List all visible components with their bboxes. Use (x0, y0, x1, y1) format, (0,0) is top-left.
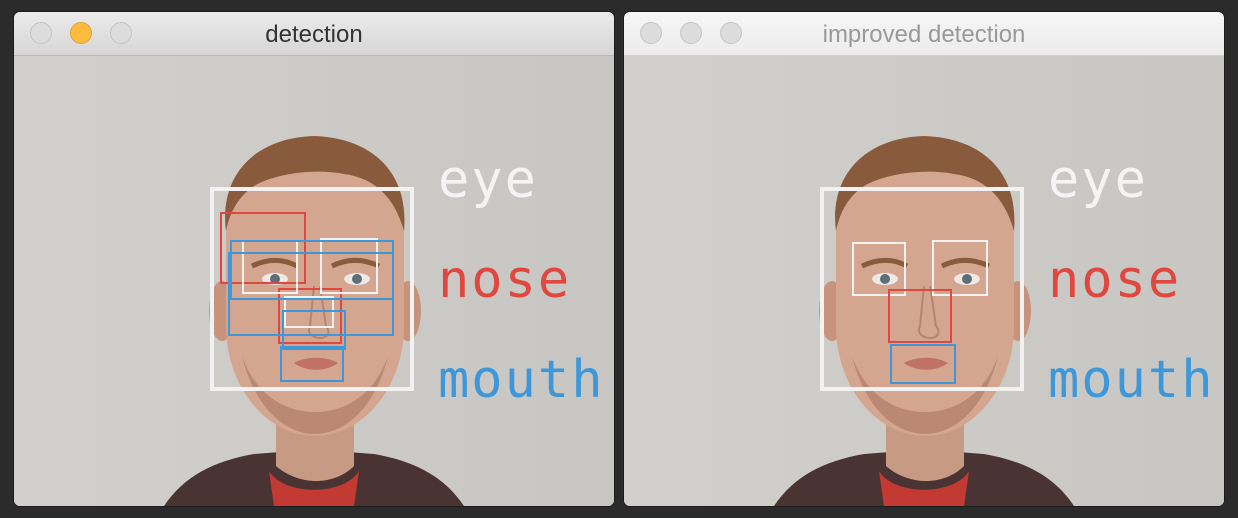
improved-detection-image: eye nose mouth (624, 56, 1224, 506)
nose-box (888, 289, 952, 343)
legend-nose: nose (1048, 250, 1182, 310)
mouth-box (282, 310, 346, 350)
improved-detection-window: improved detection eye nose mouth (624, 12, 1224, 506)
eye-box (852, 242, 906, 296)
legend-nose: nose (438, 250, 572, 310)
legend-mouth: mouth (438, 350, 605, 410)
eye-box (932, 240, 988, 296)
detection-window: detection eye nose mouth (14, 12, 614, 506)
detection-image: eye nose mouth (14, 56, 614, 506)
legend-eye: eye (438, 150, 538, 210)
legend-eye: eye (1048, 150, 1148, 210)
title-bar[interactable]: improved detection (624, 12, 1224, 56)
title-bar[interactable]: detection (14, 12, 614, 56)
window-title: improved detection (822, 21, 1026, 48)
mouth-box (280, 346, 344, 382)
legend-mouth: mouth (1048, 350, 1215, 410)
window-title: detection (265, 21, 363, 48)
mouth-box (890, 344, 956, 384)
